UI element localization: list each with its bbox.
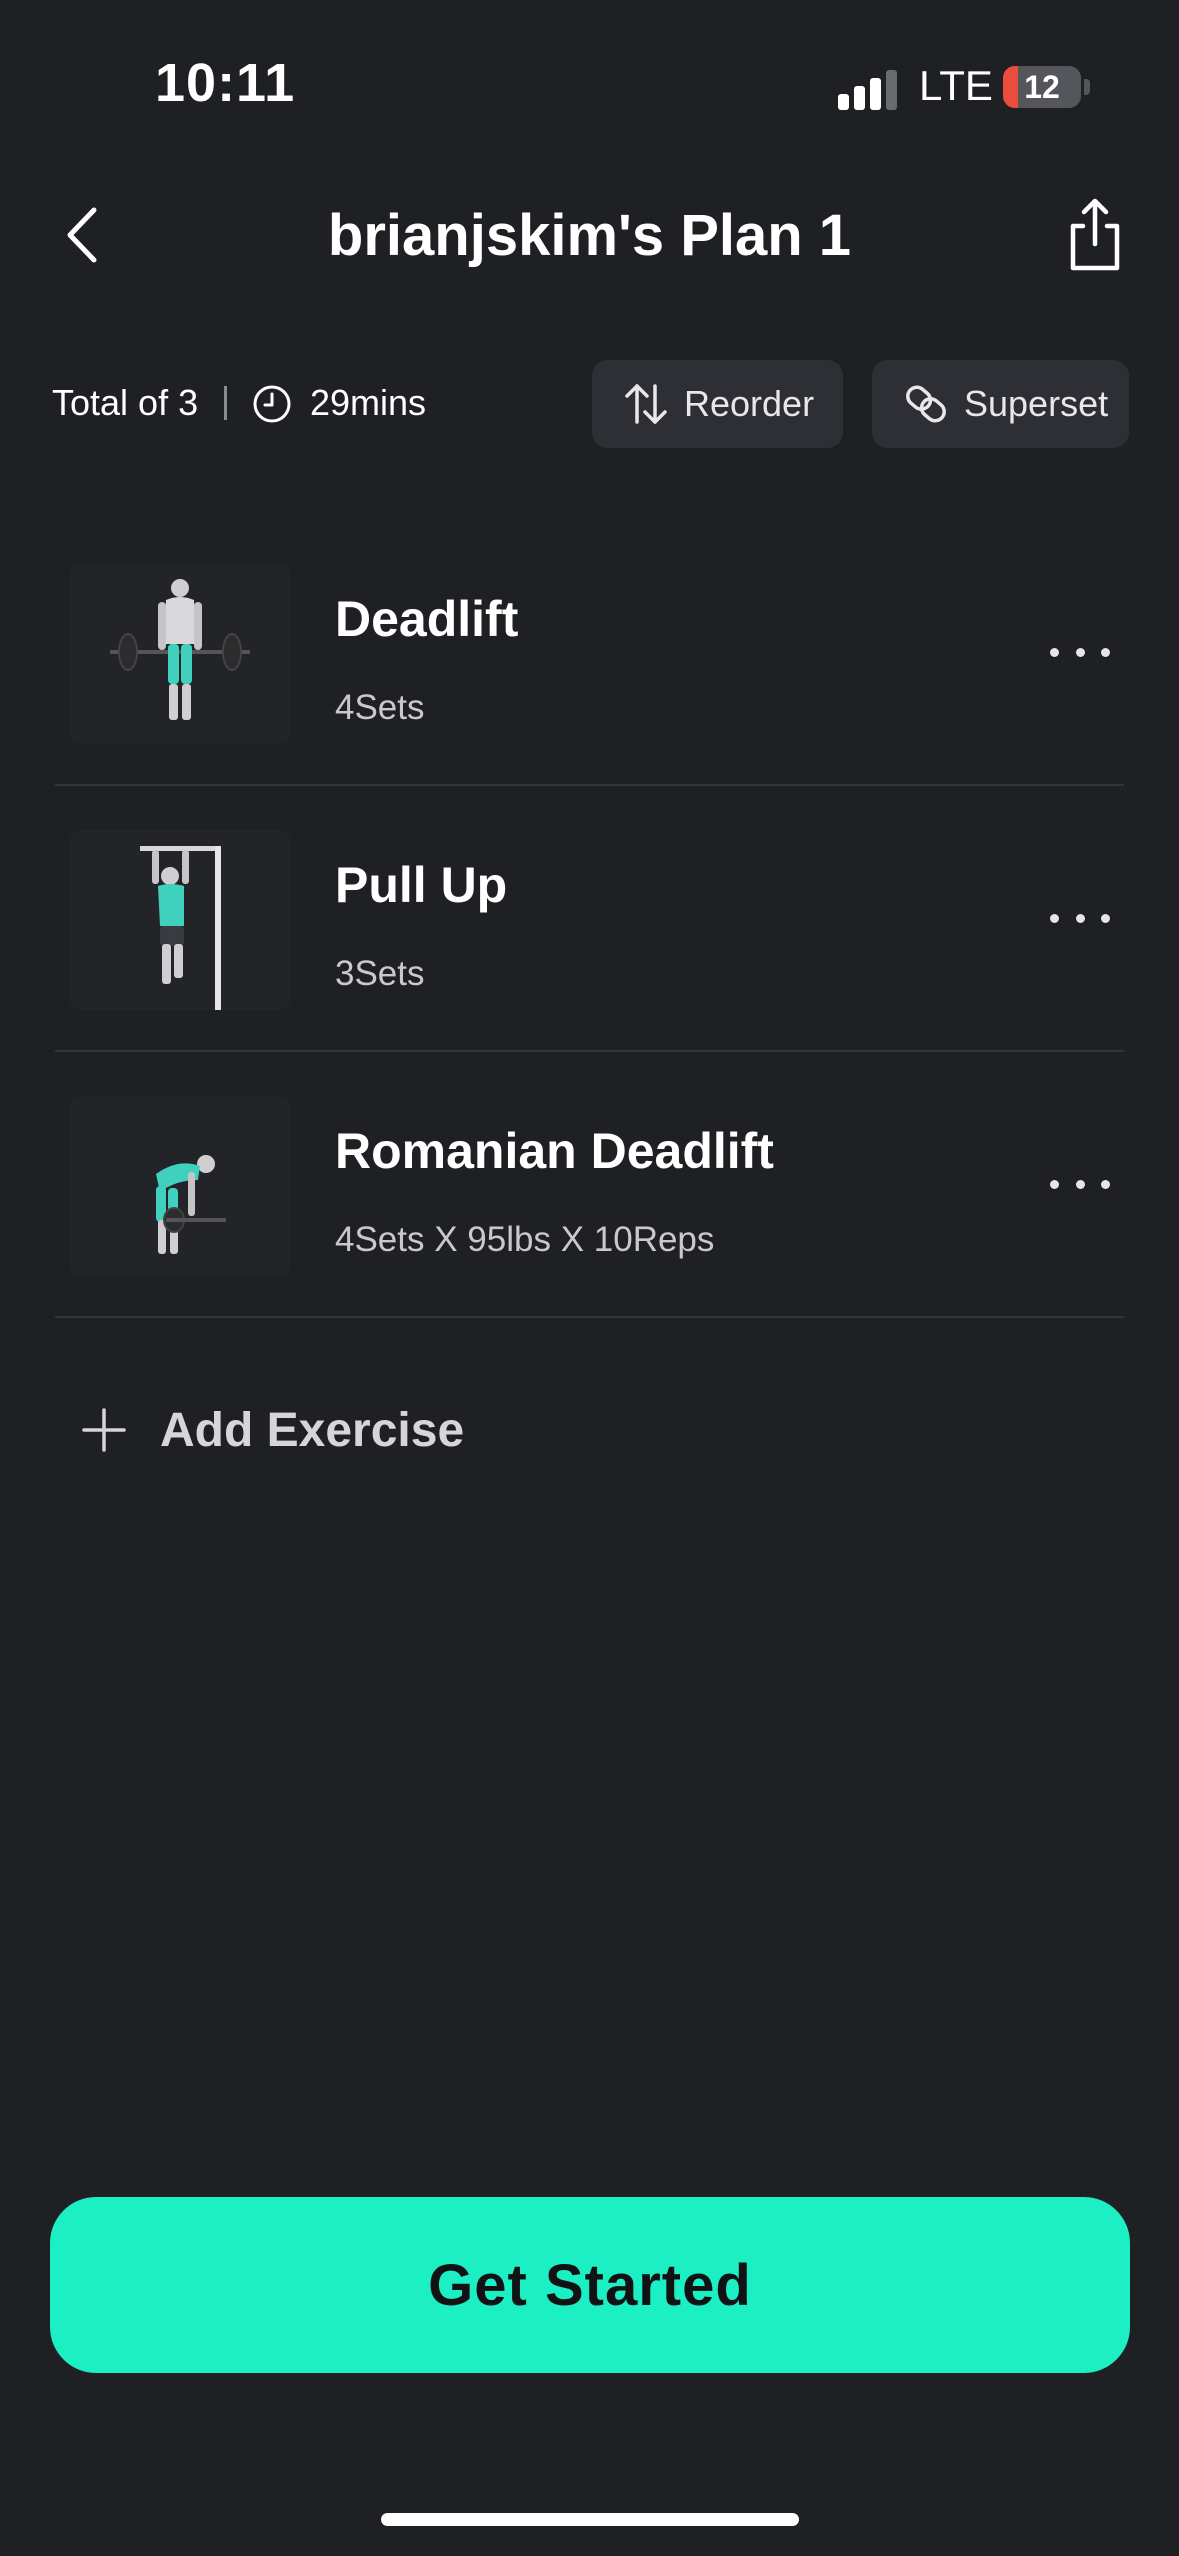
- exercise-thumbnail: [70, 564, 290, 744]
- more-dot: [1075, 1179, 1085, 1189]
- page-title: brianjskim's Plan 1: [327, 203, 852, 268]
- battery-cap: [1084, 79, 1090, 95]
- plan-duration: 29mins: [310, 382, 427, 423]
- more-dot: [1050, 647, 1059, 657]
- more-dot: [1101, 1179, 1110, 1189]
- exercise-name: Romanian Deadlift: [335, 1123, 774, 1179]
- home-indicator[interactable]: [381, 2513, 799, 2526]
- deadlift-figure-icon: [110, 579, 250, 720]
- battery-level-text: 12: [1024, 69, 1060, 105]
- exercise-list: Deadlift 4Sets Pull Up 3Sets Romanian De…: [0, 520, 1179, 1318]
- more-dot: [1075, 913, 1085, 923]
- more-dot: [1101, 647, 1110, 657]
- network-type: LTE: [919, 62, 993, 109]
- get-started-button[interactable]: Get Started: [50, 2197, 1130, 2373]
- exercise-name: Deadlift: [335, 591, 519, 647]
- pull-up-figure-icon: [140, 846, 221, 1010]
- more-dot: [1101, 913, 1110, 923]
- superset-button[interactable]: Superset: [872, 360, 1129, 448]
- status-time: 10:11: [155, 53, 296, 113]
- exercise-detail: 4Sets: [335, 688, 425, 727]
- clock-icon: [253, 385, 291, 423]
- more-dot: [1050, 1179, 1059, 1189]
- reorder-arrows-icon: [625, 384, 667, 424]
- exercise-item-pull-up[interactable]: Pull Up 3Sets: [0, 786, 1179, 1052]
- reorder-button[interactable]: Reorder: [592, 360, 843, 448]
- cellular-signal-icon: [838, 70, 898, 110]
- more-options-button[interactable]: [1050, 896, 1110, 940]
- more-options-button[interactable]: [1050, 630, 1110, 674]
- romanian-deadlift-figure-icon: [156, 1155, 226, 1254]
- link-icon: [906, 385, 946, 423]
- add-exercise-label: Add Exercise: [160, 1403, 465, 1457]
- exercise-thumbnail: [70, 1096, 290, 1276]
- exercise-name: Pull Up: [335, 857, 508, 913]
- exercise-detail: 4Sets X 95lbs X 10Reps: [335, 1220, 715, 1259]
- workout-plan-screen: 10:11 LTE 12 brianjskim's Plan 1 Total o…: [0, 0, 1179, 2556]
- more-dot: [1075, 647, 1085, 657]
- exercise-thumbnail: [70, 830, 290, 1010]
- exercise-total: Total of 3: [52, 382, 199, 423]
- share-icon: [1070, 198, 1120, 271]
- more-dot: [1050, 913, 1059, 923]
- battery-icon: 12: [1003, 66, 1081, 108]
- plan-toolbar: Total of 3 29mins Reorder Superset: [0, 360, 1179, 448]
- header: brianjskim's Plan 1: [0, 180, 1179, 290]
- plus-icon: [82, 1408, 126, 1452]
- exercise-item-romanian-deadlift[interactable]: Romanian Deadlift 4Sets X 95lbs X 10Reps: [0, 1052, 1179, 1318]
- divider: [224, 386, 227, 420]
- reorder-label: Reorder: [684, 383, 815, 424]
- exercise-item-deadlift[interactable]: Deadlift 4Sets: [0, 520, 1179, 786]
- exercise-detail: 3Sets: [335, 954, 425, 993]
- superset-label: Superset: [964, 383, 1109, 424]
- more-options-button[interactable]: [1050, 1162, 1110, 1206]
- share-button[interactable]: [1055, 196, 1135, 276]
- add-exercise-button[interactable]: Add Exercise: [80, 1380, 464, 1480]
- get-started-label: Get Started: [428, 2252, 752, 2318]
- status-bar: 10:11 LTE 12: [0, 0, 1179, 170]
